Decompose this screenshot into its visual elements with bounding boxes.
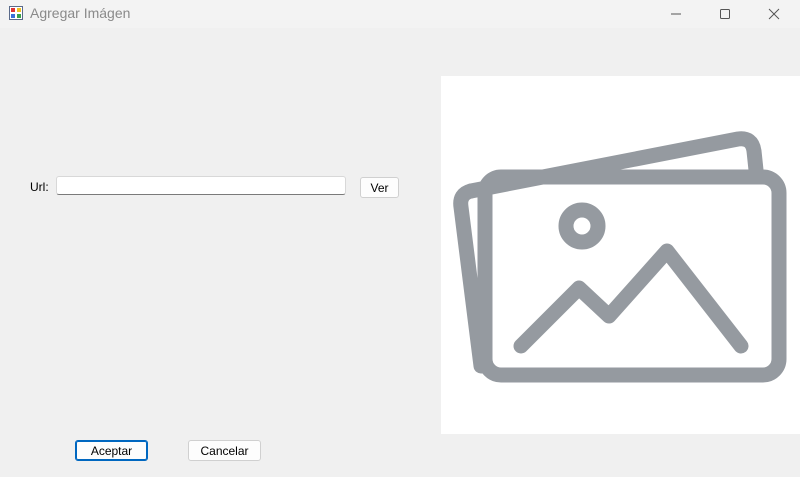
minimize-icon bbox=[670, 8, 682, 20]
maximize-button[interactable] bbox=[701, 0, 749, 28]
title-bar: Agregar Imágen bbox=[0, 0, 800, 28]
close-icon bbox=[768, 8, 780, 20]
image-placeholder-icon bbox=[441, 131, 800, 438]
aceptar-button[interactable]: Aceptar bbox=[75, 440, 148, 461]
maximize-icon bbox=[719, 8, 731, 20]
app-icon bbox=[9, 6, 23, 20]
image-preview bbox=[441, 76, 800, 434]
cancelar-button[interactable]: Cancelar bbox=[188, 440, 261, 461]
minimize-button[interactable] bbox=[652, 0, 700, 28]
url-input[interactable] bbox=[56, 176, 346, 195]
window-title: Agregar Imágen bbox=[30, 5, 131, 21]
ver-button[interactable]: Ver bbox=[360, 177, 399, 198]
close-button[interactable] bbox=[750, 0, 798, 28]
url-label: Url: bbox=[30, 180, 49, 194]
